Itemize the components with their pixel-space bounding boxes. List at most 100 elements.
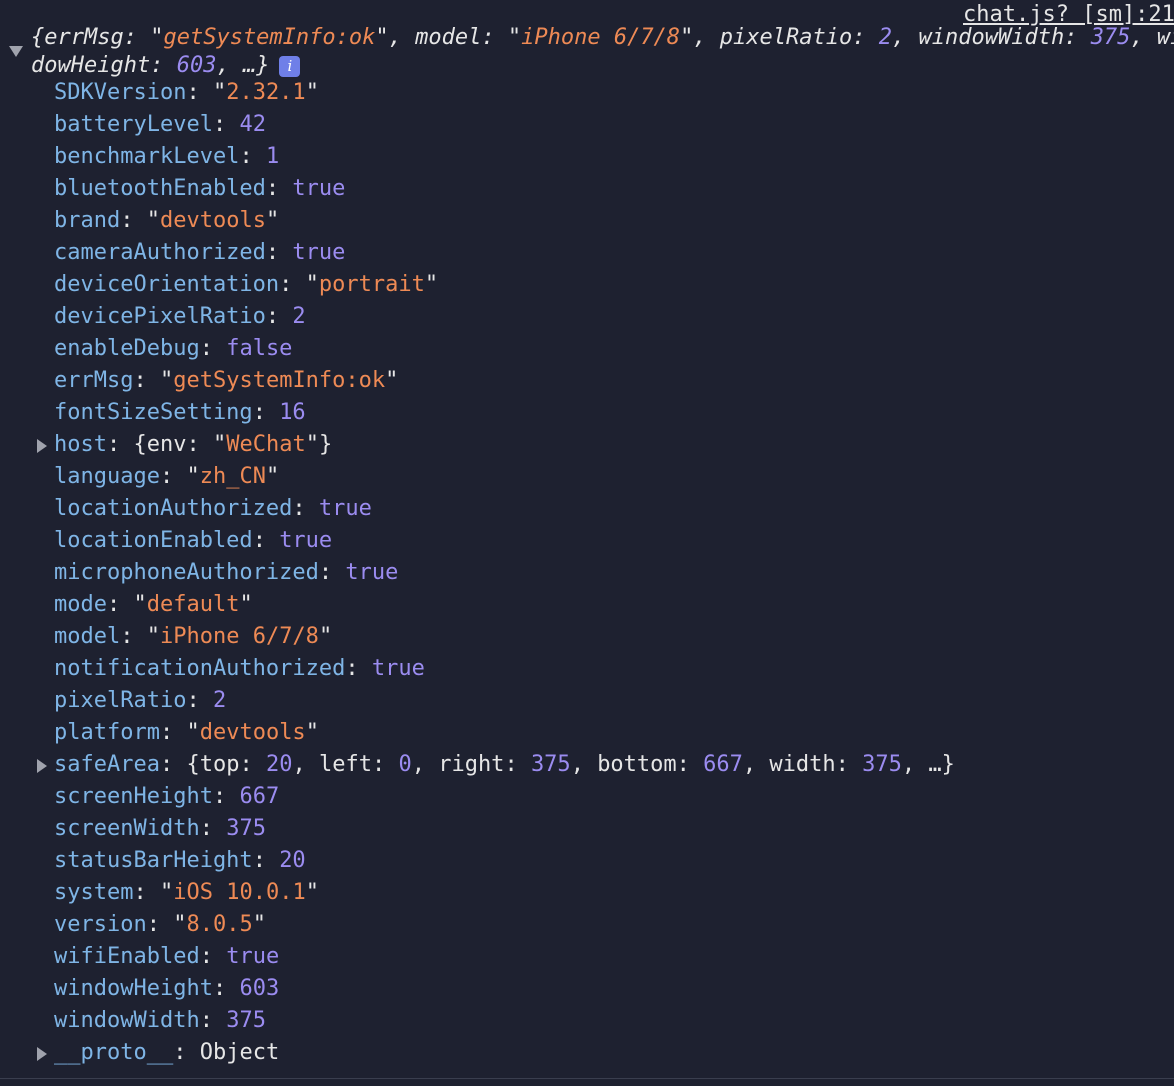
- colon: :: [265, 304, 293, 329]
- expand-arrow-icon[interactable]: [37, 759, 47, 773]
- property-key: statusBarHeight: [54, 848, 253, 873]
- property-row-statusBarHeight: statusBarHeight: 20: [0, 846, 1174, 878]
- colon: :: [159, 464, 187, 489]
- property-content: windowWidth: 375: [54, 1006, 266, 1036]
- property-value: devtools: [199, 720, 306, 745]
- property-value: 2: [212, 688, 227, 713]
- property-value: true: [345, 560, 399, 585]
- property-row-cameraAuthorized: cameraAuthorized: true: [0, 238, 1174, 270]
- quote: ": [252, 912, 266, 937]
- field-value: 0: [398, 752, 412, 777]
- collapse-arrow-icon[interactable]: [9, 46, 23, 57]
- field-key: env: [146, 432, 187, 457]
- property-value: portrait: [318, 272, 425, 297]
- quote: ": [385, 368, 399, 393]
- colon: :: [292, 496, 319, 521]
- property-row-version: version: "8.0.5": [0, 910, 1174, 942]
- quote: ": [305, 80, 319, 105]
- property-row-notificationAuthorized: notificationAuthorized: true: [0, 654, 1174, 686]
- property-row-locationAuthorized: locationAuthorized: true: [0, 494, 1174, 526]
- colon: :: [504, 752, 531, 777]
- colon: :: [345, 656, 372, 681]
- expand-arrow-icon[interactable]: [37, 439, 47, 453]
- property-content: screenHeight: 667: [54, 782, 279, 812]
- summary-quote: ": [150, 25, 164, 50]
- property-value: 16: [279, 400, 306, 425]
- brace: }: [318, 432, 333, 457]
- property-key: brand: [54, 208, 121, 233]
- summary-line-1: {errMsg: "getSystemInfo:ok", model: "iPh…: [31, 24, 1174, 52]
- property-content: deviceOrientation: "portrait": [54, 270, 438, 300]
- property-key: locationEnabled: [54, 528, 253, 553]
- property-value: 2.32.1: [226, 80, 306, 105]
- property-row-wifiEnabled: wifiEnabled: true: [0, 942, 1174, 974]
- property-key: windowWidth: [54, 1008, 200, 1033]
- property-row-system: system: "iOS 10.0.1": [0, 878, 1174, 910]
- quote: ": [133, 592, 147, 617]
- property-key: screenHeight: [54, 784, 213, 809]
- property-row-safeArea[interactable]: safeArea: {top: 20, left: 0, right: 375,…: [0, 750, 1174, 782]
- property-key: SDKVersion: [54, 80, 187, 105]
- summary-quote: ": [507, 25, 522, 50]
- property-key: microphoneAuthorized: [54, 560, 319, 585]
- property-content: language: "zh_CN": [54, 462, 279, 492]
- property-key: locationAuthorized: [54, 496, 293, 521]
- property-content: brand: "devtools": [54, 206, 279, 236]
- field-key: top: [199, 752, 240, 777]
- field-key: left: [318, 752, 372, 777]
- quote: ": [265, 208, 280, 233]
- property-list: SDKVersion: "2.32.1" batteryLevel: 42 benc…: [0, 78, 1174, 1070]
- summary-string: iPhone 6/7/8: [521, 25, 681, 50]
- property-key: cameraAuthorized: [54, 240, 266, 265]
- property-value: false: [226, 336, 293, 361]
- property-row-enableDebug: enableDebug: false: [0, 334, 1174, 366]
- quote: ": [159, 880, 174, 905]
- property-key: wifiEnabled: [54, 944, 200, 969]
- summary-number: 603: [176, 53, 217, 78]
- colon: :: [265, 240, 293, 265]
- info-icon[interactable]: i: [279, 56, 301, 77]
- colon: :: [212, 976, 240, 1001]
- summary-line-2: dowHeight: 603, …} i: [31, 52, 301, 80]
- colon: :: [146, 912, 174, 937]
- property-key: pixelRatio: [54, 688, 187, 713]
- property-row-language: language: "zh_CN": [0, 462, 1174, 494]
- property-key: benchmarkLevel: [54, 144, 240, 169]
- summary-string: getSystemInfo:ok: [163, 25, 376, 50]
- property-content: fontSizeSetting: 16: [54, 398, 306, 428]
- quote: ": [173, 912, 187, 937]
- property-row-screenWidth: screenWidth: 375: [0, 814, 1174, 846]
- property-value: 667: [239, 784, 280, 809]
- property-row-proto[interactable]: __proto__: Object: [0, 1038, 1174, 1070]
- summary-text: , pixelRatio:: [693, 25, 879, 50]
- colon: :: [199, 1008, 227, 1033]
- property-value: getSystemInfo:ok: [173, 368, 386, 393]
- property-row-locationEnabled: locationEnabled: true: [0, 526, 1174, 558]
- property-row-host[interactable]: host: {env: "WeChat"}: [0, 430, 1174, 462]
- colon: :: [252, 400, 280, 425]
- property-value: iPhone 6/7/8: [159, 624, 319, 649]
- property-content: batteryLevel: 42: [54, 110, 266, 140]
- property-value: true: [318, 496, 372, 521]
- property-content: enableDebug: false: [54, 334, 292, 364]
- property-key: version: [54, 912, 147, 937]
- property-content: version: "8.0.5": [54, 910, 266, 940]
- object-summary[interactable]: {errMsg: "getSystemInfo:ok", model: "iPh…: [0, 24, 1174, 80]
- colon: :: [106, 592, 134, 617]
- quote: ": [318, 624, 333, 649]
- colon: :: [173, 1040, 200, 1065]
- property-key: __proto__: [54, 1040, 174, 1065]
- summary-text: dowHeight:: [31, 53, 177, 78]
- quote: ": [186, 720, 200, 745]
- property-content: devicePixelRatio: 2: [54, 302, 306, 332]
- property-row-benchmarkLevel: benchmarkLevel: 1: [0, 142, 1174, 174]
- property-value: true: [279, 528, 333, 553]
- property-content: host: {env: "WeChat"}: [54, 430, 332, 460]
- property-value: Object: [199, 1040, 280, 1065]
- property-row-deviceOrientation: deviceOrientation: "portrait": [0, 270, 1174, 302]
- brace: {: [133, 432, 147, 457]
- property-value: default: [146, 592, 240, 617]
- property-value: 375: [226, 816, 266, 841]
- expand-arrow-icon[interactable]: [37, 1047, 47, 1061]
- quote: ": [305, 720, 319, 745]
